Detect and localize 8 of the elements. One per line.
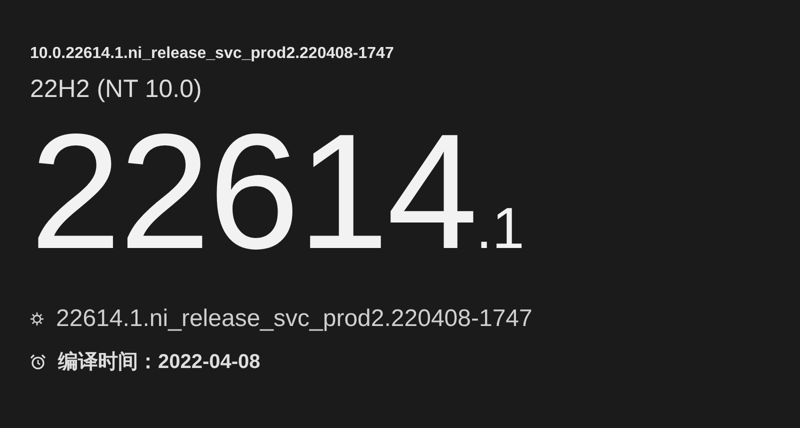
version-label: 22H2 (NT 10.0) — [30, 74, 203, 104]
build-number: 22614 — [30, 102, 476, 282]
revision-number: .1 — [476, 199, 524, 259]
compile-time-text: 编译时间：2022-04-08 — [58, 350, 260, 375]
gear-icon — [30, 312, 44, 326]
alarm-clock-icon — [30, 354, 46, 370]
branch-text: 22614.1.ni_release_svc_prod2.220408-1747 — [56, 304, 532, 334]
build-string: 10.0.22614.1.ni_release_svc_prod2.220408-1747 — [30, 44, 395, 64]
